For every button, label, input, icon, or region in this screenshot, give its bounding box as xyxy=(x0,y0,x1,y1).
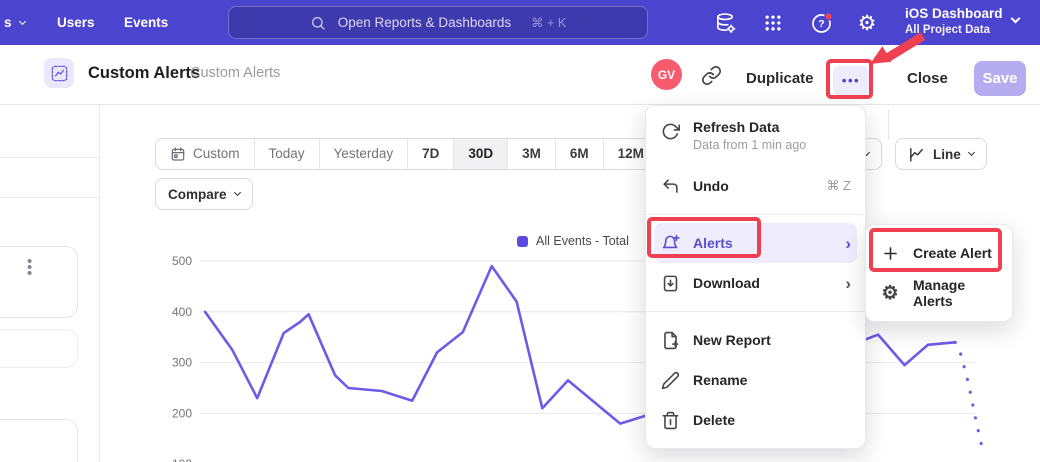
apps-grid-button[interactable] xyxy=(761,11,785,35)
project-name: iOS Dashboard xyxy=(905,5,1003,23)
report-header: Custom Alerts Custom Alerts GV Duplicate… xyxy=(0,45,1040,105)
menu-item-rename[interactable]: Rename xyxy=(646,360,865,400)
nav-item-events[interactable]: Events xyxy=(124,0,168,45)
search-shortcut: ⌘ + K xyxy=(531,15,566,30)
line-chart-icon xyxy=(908,146,925,163)
download-file-icon xyxy=(660,274,680,293)
search-input[interactable]: Open Reports & Dashboards ⌘ + K xyxy=(228,6,648,39)
nav-item-partial-label: s xyxy=(4,0,12,45)
help-icon: ? xyxy=(810,11,834,35)
menu-item-label: Rename xyxy=(693,372,747,388)
range-6m[interactable]: 6M xyxy=(555,139,603,169)
line-report-icon xyxy=(50,64,69,83)
header-divider xyxy=(888,110,889,140)
range-7d[interactable]: 7D xyxy=(407,139,453,169)
range-custom[interactable]: Custom xyxy=(156,139,254,169)
menu-item-label: Undo xyxy=(693,178,729,194)
menu-item-label: New Report xyxy=(693,332,771,348)
range-today[interactable]: Today xyxy=(254,139,319,169)
breadcrumb: Custom Alerts xyxy=(190,65,280,81)
search-icon xyxy=(310,15,326,31)
undo-icon xyxy=(660,177,680,196)
chevron-down-icon xyxy=(18,17,25,24)
project-chevron-down-icon[interactable] xyxy=(1011,14,1021,24)
svg-text:300: 300 xyxy=(172,356,192,370)
submenu-item-manage-alerts[interactable]: ⚙ Manage Alerts xyxy=(866,273,1012,313)
more-options-button[interactable]: ••• xyxy=(833,66,869,95)
avatar[interactable]: GV xyxy=(651,59,682,90)
range-3m[interactable]: 3M xyxy=(507,139,555,169)
project-selector[interactable]: iOS Dashboard All Project Data xyxy=(905,5,1003,38)
app-window: s Users Events Open Reports & Dashboards… xyxy=(0,0,1040,462)
sidebar-divider xyxy=(0,197,99,198)
chevron-down-icon xyxy=(233,189,240,196)
range-yesterday[interactable]: Yesterday xyxy=(319,139,408,169)
date-range-control: Custom Today Yesterday 7D 30D 3M 6M 12M xyxy=(155,138,659,170)
help-button[interactable]: ? xyxy=(810,11,834,35)
chart-type-button[interactable]: Line xyxy=(895,138,987,170)
svg-text:200: 200 xyxy=(172,406,192,420)
sidebar-divider xyxy=(0,157,99,158)
copy-link-button[interactable] xyxy=(701,65,722,86)
submenu-item-label: Manage Alerts xyxy=(913,277,998,309)
calendar-icon xyxy=(170,146,186,162)
sidebar: ••• xyxy=(0,105,100,462)
submenu-chevron-right-icon: › xyxy=(845,235,851,252)
menu-item-label: Delete xyxy=(693,412,735,428)
menu-item-undo[interactable]: Undo ⌘ Z xyxy=(646,166,865,206)
page-title: Custom Alerts xyxy=(88,64,200,83)
compare-button[interactable]: Compare xyxy=(155,178,253,210)
search-placeholder: Open Reports & Dashboards xyxy=(338,15,511,30)
gear-icon: ⚙ xyxy=(858,13,877,34)
database-gear-icon xyxy=(714,12,737,35)
menu-divider xyxy=(646,214,865,215)
grid-icon xyxy=(763,13,783,33)
menu-item-delete[interactable]: Delete xyxy=(646,400,865,440)
kebab-menu-icon[interactable]: ••• xyxy=(27,259,32,277)
menu-item-refresh-data[interactable]: Refresh Data Data from 1 min ago xyxy=(646,114,865,166)
submenu-item-label: Create Alert xyxy=(913,245,992,261)
chevron-down-icon xyxy=(968,149,975,156)
pencil-icon xyxy=(660,371,680,390)
svg-text:500: 500 xyxy=(172,254,192,268)
data-management-button[interactable] xyxy=(713,11,737,35)
dashboard-card[interactable] xyxy=(0,419,78,462)
duplicate-button[interactable]: Duplicate xyxy=(746,70,814,87)
top-nav: s Users Events Open Reports & Dashboards… xyxy=(0,0,1040,45)
menu-item-alerts[interactable]: Alerts › xyxy=(654,223,857,263)
nav-item-users[interactable]: Users xyxy=(57,0,95,45)
svg-text:400: 400 xyxy=(172,305,192,319)
menu-item-label: Refresh Data xyxy=(693,119,779,135)
menu-item-new-report[interactable]: New Report xyxy=(646,320,865,360)
plus-icon xyxy=(880,244,900,263)
menu-item-download[interactable]: Download › xyxy=(646,263,865,303)
menu-item-label: Alerts xyxy=(693,235,733,251)
close-button[interactable]: Close xyxy=(907,70,948,87)
svg-text:100: 100 xyxy=(172,457,192,462)
menu-divider xyxy=(646,311,865,312)
submenu-chevron-right-icon: › xyxy=(845,275,851,292)
bell-plus-icon xyxy=(660,234,680,253)
trash-icon xyxy=(660,411,680,430)
gear-icon: ⚙ xyxy=(880,284,900,303)
link-icon xyxy=(701,65,722,86)
range-30d-selected[interactable]: 30D xyxy=(453,139,507,169)
undo-shortcut: ⌘ Z xyxy=(826,178,851,194)
svg-text:?: ? xyxy=(818,18,824,30)
file-plus-icon xyxy=(660,331,680,350)
dashboard-card[interactable] xyxy=(0,329,78,368)
settings-button[interactable]: ⚙ xyxy=(855,11,879,35)
dashboard-card[interactable]: ••• xyxy=(0,246,78,318)
save-button[interactable]: Save xyxy=(974,61,1026,96)
submenu-item-create-alert[interactable]: Create Alert xyxy=(866,233,1012,273)
project-scope: All Project Data xyxy=(905,23,1003,38)
refresh-subtitle: Data from 1 min ago xyxy=(693,138,806,152)
nav-item-partial[interactable]: s xyxy=(4,0,25,45)
refresh-icon xyxy=(660,122,680,141)
menu-item-label: Download xyxy=(693,275,760,291)
alerts-submenu: Create Alert ⚙ Manage Alerts xyxy=(865,224,1013,322)
context-menu: Refresh Data Data from 1 min ago Undo ⌘ … xyxy=(645,105,866,449)
report-type-tile xyxy=(44,58,74,88)
